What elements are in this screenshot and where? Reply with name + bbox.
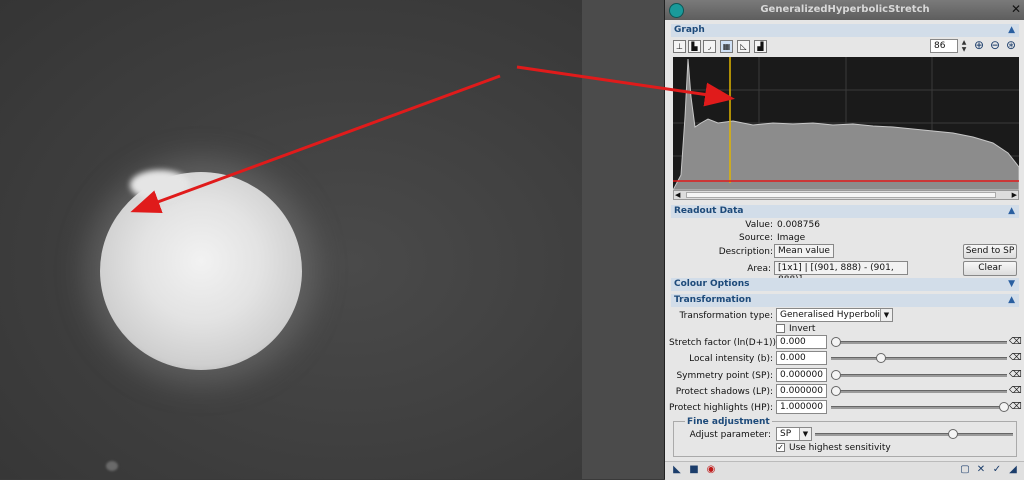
zoom-input[interactable]: 86 [930,39,958,53]
param-slider[interactable] [831,406,1007,409]
param-slider[interactable] [831,357,1007,360]
collapse-icon[interactable]: ▲ [1008,294,1015,307]
value-readout: 0.008756 [777,220,820,230]
title-bar[interactable]: GeneralizedHyperbolicStretch ✕ [665,0,1024,20]
section-readout[interactable]: Readout Data ▲ [671,205,1019,218]
section-graph-label: Graph [674,25,705,35]
param-slider-knob[interactable] [831,370,841,380]
param-slider-knob[interactable] [831,386,841,396]
expand-icon[interactable]: ◢ [1007,464,1019,476]
planet-disc-edge [130,170,190,200]
section-colour-options[interactable]: Colour Options ▼ [671,278,1019,291]
transformation-type-value: Generalised Hyperbolic [780,310,885,320]
area-field: [1x1] | [(901, 888) - (901, 888)] [774,261,908,285]
fine-adjustment-title: Fine adjustment [685,417,772,427]
log-scale-icon[interactable]: ⊥ [673,40,686,53]
source-label: Source: [739,233,773,243]
transformation-type-label: Transformation type: [679,311,773,321]
adjust-parameter-select[interactable]: SP ▼ [776,427,812,441]
adjust-parameter-label: Adjust parameter: [689,430,771,440]
window-title: GeneralizedHyperbolicStretch [760,4,930,15]
param-input[interactable]: 0.000000 [776,368,827,382]
scrollbar-thumb[interactable] [686,192,996,198]
transformation-type-select[interactable]: Generalised Hyperbolic ▼ [776,308,893,322]
apply-global-icon[interactable]: ■ [688,464,700,476]
planet-disc [100,172,302,370]
linear-icon[interactable]: ◺ [737,40,750,53]
param-slider[interactable] [831,390,1007,393]
source-readout: Image [777,233,806,243]
histogram-icon[interactable]: ▙ [688,40,701,53]
fine-adjustment-slider[interactable] [815,433,1013,436]
param-slider[interactable] [831,374,1007,377]
param-label: Protect highlights (HP): [669,403,774,413]
highest-sensitivity-label: Use highest sensitivity [789,443,891,453]
param-slider-knob[interactable] [876,353,887,363]
zoom-spinner[interactable]: ▲ ▼ [959,39,969,53]
section-colour-options-label: Colour Options [674,279,750,289]
reset-param-icon[interactable]: ⌫ [1009,402,1022,413]
section-graph[interactable]: Graph ▲ [671,24,1019,37]
param-slider-knob[interactable] [999,402,1009,412]
reset-param-icon[interactable]: ⌫ [1009,353,1022,364]
param-slider[interactable] [831,341,1007,344]
param-label: Symmetry point (SP): [676,371,773,381]
zoom-fit-icon[interactable]: ⊛ [1004,38,1018,52]
image-speck [106,461,118,471]
description-field: Mean value [774,244,834,258]
chevron-down-icon: ▼ [799,428,811,440]
collapse-icon[interactable]: ▲ [1008,205,1015,218]
scroll-left-icon[interactable]: ◀ [675,191,680,199]
collapse-icon[interactable]: ▲ [1008,24,1015,37]
graph-scrollbar[interactable]: ◀ ▶ [673,190,1019,200]
accumulate-icon[interactable]: ▟ [754,40,767,53]
value-label: Value: [745,220,773,230]
apply-icon[interactable]: ✓ [991,464,1003,476]
zoom-in-icon[interactable]: ⊕ [972,38,986,52]
invert-checkbox[interactable] [776,324,785,333]
curve-icon[interactable]: ◞ [703,40,716,53]
image-view[interactable] [0,0,582,479]
histogram-graph[interactable] [672,57,1020,191]
zoom-out-icon[interactable]: ⊖ [988,38,1002,52]
fine-adjustment-knob[interactable] [948,429,958,439]
param-label: Local intensity (b): [689,354,773,364]
real-time-preview-icon[interactable]: ◉ [705,464,717,476]
scroll-right-icon[interactable]: ▶ [1012,191,1017,199]
param-input[interactable]: 1.000000 [776,400,827,414]
reset-icon[interactable]: ✕ [975,464,987,476]
chevron-down-icon: ▼ [880,309,892,321]
adjust-parameter-value: SP [780,429,792,439]
histogram-svg [672,57,1020,191]
close-icon[interactable]: ✕ [1011,2,1021,16]
highest-sensitivity-checkbox[interactable]: ✓ [776,443,785,452]
expand-icon[interactable]: ▼ [1008,278,1015,291]
clear-button[interactable]: Clear [963,261,1017,276]
param-label: Protect shadows (LP): [675,387,773,397]
workspace-background [582,0,664,479]
description-label: Description: [718,247,773,257]
reset-param-icon[interactable]: ⌫ [1009,386,1022,397]
section-readout-label: Readout Data [674,206,744,216]
invert-label: Invert [789,324,816,334]
param-label: Stretch factor (ln(D+1)): [669,338,780,348]
ghs-process-panel: GeneralizedHyperbolicStretch ✕ Graph ▲ ⊥… [664,0,1024,480]
section-transformation-label: Transformation [674,295,752,305]
reset-param-icon[interactable]: ⌫ [1009,370,1022,381]
new-instance-icon[interactable]: ◣ [671,464,683,476]
param-slider-knob[interactable] [831,337,841,347]
area-label: Area: [747,264,771,274]
section-transformation[interactable]: Transformation ▲ [671,294,1019,307]
grid-icon[interactable]: ▦ [720,40,733,53]
param-input[interactable]: 0.000 [776,351,827,365]
send-to-sp-button[interactable]: Send to SP [963,244,1017,259]
reset-param-icon[interactable]: ⌫ [1009,337,1022,348]
param-input[interactable]: 0.000000 [776,384,827,398]
param-input[interactable]: 0.000 [776,335,827,349]
browse-documentation-icon[interactable]: ▢ [959,464,971,476]
